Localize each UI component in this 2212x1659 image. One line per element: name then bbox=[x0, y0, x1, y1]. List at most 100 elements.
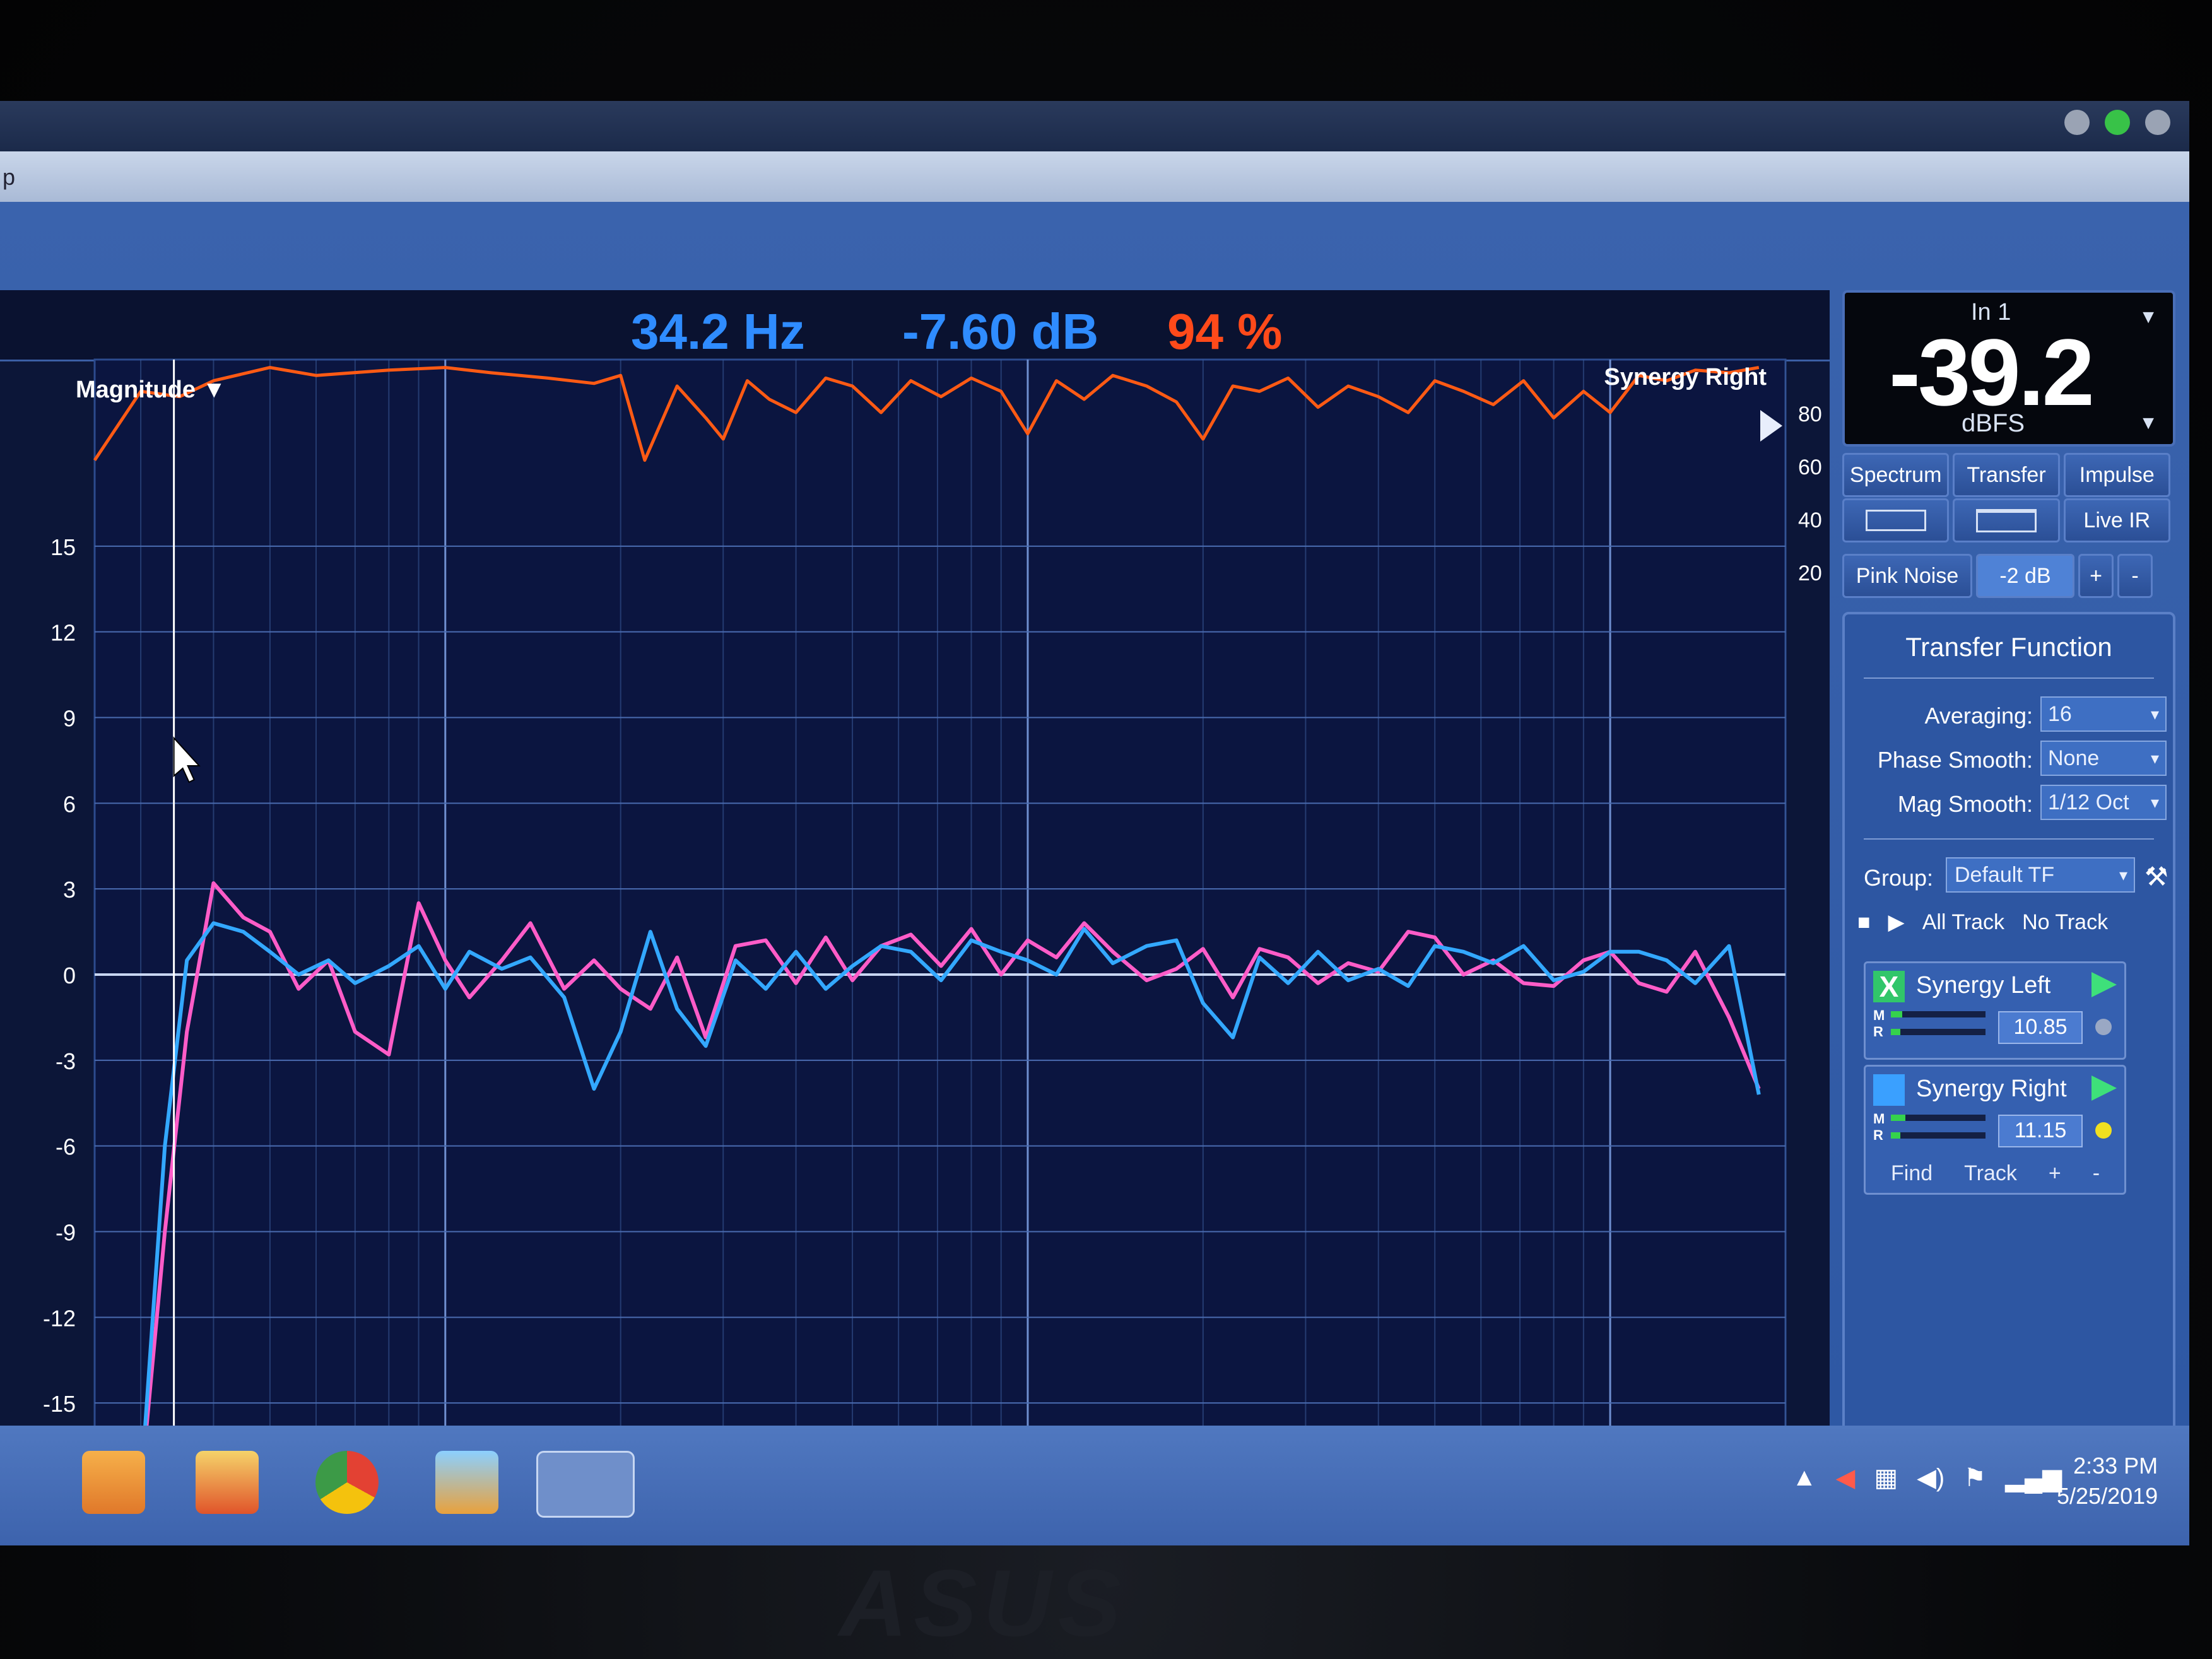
play-icon[interactable] bbox=[2091, 1076, 2117, 1101]
status-dot bbox=[2095, 1122, 2112, 1139]
tab-spectrum[interactable]: Spectrum bbox=[1842, 453, 1950, 497]
chevron-down-icon: ▾ bbox=[2119, 865, 2127, 884]
track-color-swatch[interactable]: X bbox=[1873, 971, 1905, 1002]
menu-item[interactable]: p bbox=[3, 164, 15, 191]
mag-smooth-select[interactable]: 1/12 Oct ▾ bbox=[2040, 785, 2167, 820]
m-level-bar bbox=[1891, 1011, 1986, 1017]
clock-time: 2:33 PM bbox=[2073, 1453, 2158, 1479]
flag-icon[interactable]: ⚑ bbox=[1963, 1463, 1986, 1492]
y-tick-label: 0 bbox=[63, 963, 76, 988]
split-pane-button[interactable] bbox=[1953, 498, 2060, 542]
phase-smooth-label: Phase Smooth: bbox=[1877, 747, 2033, 773]
m-level-fill bbox=[1891, 1115, 1905, 1121]
title-bar bbox=[0, 101, 2189, 151]
maximize-button[interactable] bbox=[2105, 110, 2130, 135]
y-tick-label: -6 bbox=[56, 1134, 76, 1160]
taskbar: ▲ ◀ ▦ ◀) ⚑ ▂▄▆ 2:33 PM 5/25/2019 bbox=[0, 1426, 2189, 1545]
coherence-tick-label: 40 bbox=[1798, 508, 1822, 532]
r-level-fill bbox=[1891, 1029, 1900, 1035]
find-button[interactable]: Find bbox=[1891, 1161, 1933, 1186]
photos-icon[interactable] bbox=[435, 1451, 498, 1514]
group-row: Group: Default TF ▾ ⚒ bbox=[1845, 857, 2173, 895]
tab-transfer[interactable]: Transfer bbox=[1953, 453, 2060, 497]
group-value: Default TF bbox=[1955, 863, 2055, 887]
r-level-bar bbox=[1891, 1132, 1986, 1139]
screen: p 34.2 Hz -7.60 dB 94 % 15 12 9 6 3 0 -3 -6 -9 -1… bbox=[0, 101, 2189, 1545]
monitor-brand-logo: ASUS bbox=[839, 1550, 1127, 1656]
app-icon[interactable] bbox=[196, 1451, 259, 1514]
signal-icon[interactable]: ▂▄▆ bbox=[2005, 1463, 2062, 1492]
close-button[interactable] bbox=[2145, 110, 2170, 135]
speaker-icon[interactable]: ◀) bbox=[1917, 1463, 1944, 1492]
averaging-select[interactable]: 16 ▾ bbox=[2040, 696, 2167, 732]
clock[interactable]: 2:33 PM 5/25/2019 bbox=[2057, 1451, 2158, 1511]
group-select[interactable]: Default TF ▾ bbox=[1946, 857, 2135, 893]
tools-icon[interactable]: ⚒ bbox=[2144, 861, 2168, 892]
y-tick-label: 3 bbox=[63, 877, 76, 903]
status-dot bbox=[2095, 1019, 2112, 1035]
no-track-button[interactable]: No Track bbox=[2022, 910, 2108, 935]
menu-bar: p bbox=[0, 151, 2189, 202]
averaging-label: Averaging: bbox=[1924, 703, 2033, 729]
divider bbox=[1864, 677, 2154, 679]
tracking-controls: ■ ▶ All Track No Track bbox=[1857, 905, 2160, 940]
live-ir-button[interactable]: Live IR bbox=[2063, 498, 2170, 542]
trace-label: Synergy Right bbox=[1604, 364, 1767, 390]
system-tray: ▲ ◀ ▦ ◀) ⚑ ▂▄▆ bbox=[1792, 1463, 2062, 1492]
meter-up-arrow-icon[interactable]: ▼ bbox=[2139, 307, 2158, 328]
stop-icon[interactable]: ■ bbox=[1857, 910, 1871, 935]
minimize-button[interactable] bbox=[2064, 110, 2090, 135]
pink-noise-button[interactable]: Pink Noise bbox=[1842, 554, 1972, 598]
level-minus-button[interactable]: - bbox=[2117, 554, 2153, 598]
delay-value[interactable]: 11.15 bbox=[1998, 1115, 2083, 1147]
tab-impulse[interactable]: Impulse bbox=[2063, 453, 2170, 497]
mag-smooth-value: 1/12 Oct bbox=[2048, 790, 2129, 814]
control-panel: In 1 ▼ -39.2 dBFS ▼ Spectrum Transfer Im… bbox=[1842, 290, 2177, 1514]
clock-date: 5/25/2019 bbox=[2057, 1483, 2158, 1509]
media-player-icon[interactable] bbox=[82, 1451, 145, 1514]
volume-muted-icon[interactable]: ◀ bbox=[1836, 1463, 1856, 1492]
m-label: M bbox=[1873, 1007, 1885, 1023]
y-tick-label: -15 bbox=[43, 1391, 76, 1417]
remove-track-button[interactable]: - bbox=[2093, 1161, 2100, 1186]
play-icon[interactable] bbox=[2091, 972, 2117, 997]
track-footer: Find Track + - bbox=[1891, 1161, 2100, 1186]
meter-down-arrow-icon[interactable]: ▼ bbox=[2139, 413, 2158, 434]
generator-level[interactable]: -2 dB bbox=[1976, 554, 2074, 598]
level-plus-button[interactable]: + bbox=[2078, 554, 2114, 598]
m-level-fill bbox=[1891, 1011, 1902, 1017]
magnitude-label: Magnitude ▼ bbox=[76, 377, 226, 403]
coherence-tick-label: 60 bbox=[1798, 455, 1822, 479]
chevron-down-icon: ▾ bbox=[2150, 793, 2159, 812]
y-tick-label: 9 bbox=[63, 706, 76, 732]
r-label: R bbox=[1873, 1127, 1883, 1143]
y-tick-label: 6 bbox=[63, 791, 76, 817]
tray-expand-icon[interactable]: ▲ bbox=[1792, 1463, 1817, 1492]
track-card-synergy-right[interactable]: Synergy Right MR 11.15 Find Track + - bbox=[1864, 1065, 2126, 1195]
y-tick-label: 15 bbox=[50, 534, 76, 560]
track-name: Synergy Left bbox=[1916, 972, 2051, 999]
plot-panel: 34.2 Hz -7.60 dB 94 % 15 12 9 6 3 0 -3 -6 -9 -12-… bbox=[0, 290, 1830, 1527]
divider bbox=[1864, 838, 2154, 840]
smaart-icon[interactable] bbox=[536, 1451, 635, 1518]
track-name: Synergy Right bbox=[1916, 1076, 2067, 1102]
y-tick-label: -3 bbox=[56, 1048, 76, 1074]
track-button[interactable]: Track bbox=[1964, 1161, 2017, 1186]
meter-unit: dBFS bbox=[1962, 409, 2025, 437]
track-card-synergy-left[interactable]: X Synergy Left MR 10.85 bbox=[1864, 961, 2126, 1060]
track-color-swatch[interactable] bbox=[1873, 1074, 1905, 1106]
coherence-tick-label: 80 bbox=[1798, 402, 1822, 426]
play-icon[interactable]: ▶ bbox=[1888, 910, 1905, 935]
window-controls bbox=[2064, 110, 2170, 135]
all-track-button[interactable]: All Track bbox=[1922, 910, 2004, 935]
delay-value[interactable]: 10.85 bbox=[1998, 1011, 2083, 1044]
chrome-icon[interactable] bbox=[315, 1451, 379, 1514]
phase-smooth-row: Phase Smooth: None ▾ bbox=[1845, 741, 2173, 778]
chevron-down-icon: ▾ bbox=[2150, 749, 2159, 768]
network-icon[interactable]: ▦ bbox=[1874, 1463, 1898, 1492]
chevron-down-icon: ▾ bbox=[2150, 705, 2159, 724]
magnitude-plot[interactable]: 15129630-3-6-9-12-1530406080100200300400… bbox=[0, 290, 1830, 1527]
add-track-button[interactable]: + bbox=[2049, 1161, 2061, 1186]
single-pane-button[interactable] bbox=[1842, 498, 1950, 542]
phase-smooth-select[interactable]: None ▾ bbox=[2040, 741, 2167, 776]
